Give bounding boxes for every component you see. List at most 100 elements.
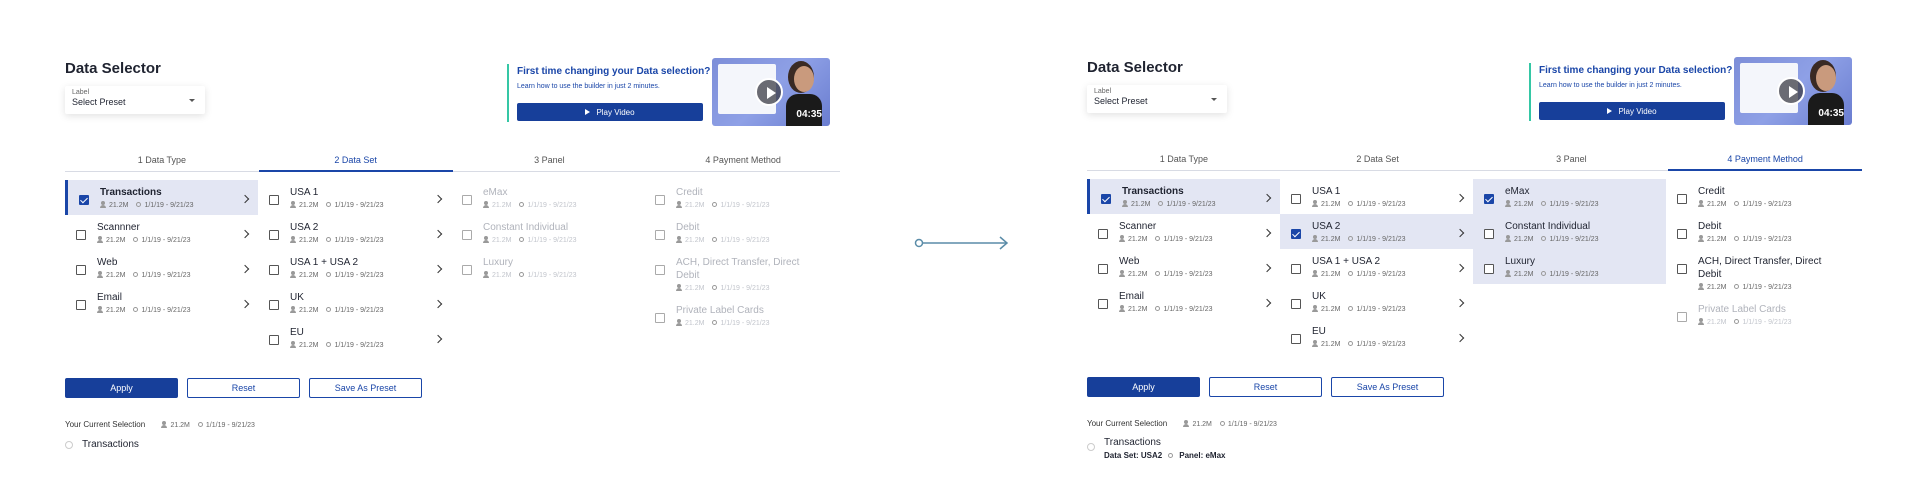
save-preset-button[interactable]: Save As Preset: [1331, 377, 1444, 397]
checkbox-icon[interactable]: [1677, 194, 1687, 204]
checkbox-icon[interactable]: [1677, 229, 1687, 239]
checkbox-icon[interactable]: [1677, 264, 1687, 274]
tab-data-set[interactable]: 2 Data Set: [258, 152, 453, 172]
item-name: USA 2: [1312, 221, 1341, 232]
checkbox-icon[interactable]: [76, 230, 86, 240]
list-item[interactable]: Debit 21.2M 1/1/19 - 9/21/23: [1666, 214, 1859, 249]
list-item[interactable]: Transactions 21.2M 1/1/19 - 9/21/23: [1087, 179, 1280, 214]
tab-payment-method[interactable]: 4 Payment Method: [646, 152, 840, 171]
list-item[interactable]: Scannner 21.2M 1/1/19 - 9/21/23: [65, 215, 258, 250]
tab-data-type[interactable]: 1 Data Type: [1087, 151, 1281, 170]
preset-dropdown[interactable]: Label Select Preset: [65, 86, 205, 114]
checkbox-icon[interactable]: [462, 230, 472, 240]
list-item[interactable]: Web 21.2M 1/1/19 - 9/21/23: [1087, 249, 1280, 284]
tab-panel[interactable]: 3 Panel: [1475, 151, 1669, 170]
checkbox-icon[interactable]: [76, 300, 86, 310]
apply-button[interactable]: Apply: [65, 378, 178, 398]
checkbox-icon[interactable]: [269, 230, 279, 240]
checkbox-icon[interactable]: [655, 265, 665, 275]
item-count: 21.2M: [299, 342, 319, 349]
list-item[interactable]: eMax 21.2M 1/1/19 - 9/21/23: [1473, 179, 1666, 214]
checkbox-icon[interactable]: [269, 300, 279, 310]
column-data-set: USA 1 21.2M 1/1/19 - 9/21/23 USA 2 21.2M 1/1/…: [1280, 179, 1473, 354]
checkbox-icon[interactable]: [655, 195, 665, 205]
list-item[interactable]: Constant Individual 21.2M 1/1/19 - 9/21/23: [451, 215, 644, 250]
save-preset-button[interactable]: Save As Preset: [309, 378, 422, 398]
play-video-button[interactable]: Play Video: [517, 103, 703, 121]
checkbox-icon[interactable]: [462, 265, 472, 275]
person-icon: [1183, 420, 1190, 427]
checkbox-icon[interactable]: [1291, 334, 1301, 344]
promo-subtitle: Learn how to use the builder in just 2 m…: [517, 83, 660, 90]
list-item[interactable]: Web 21.2M 1/1/19 - 9/21/23: [65, 250, 258, 285]
tab-data-type[interactable]: 1 Data Type: [65, 152, 259, 171]
apply-button[interactable]: Apply: [1087, 377, 1200, 397]
checkbox-icon[interactable]: [1291, 194, 1301, 204]
checkbox-icon[interactable]: [1484, 229, 1494, 239]
checkbox-icon[interactable]: [269, 195, 279, 205]
list-item[interactable]: USA 1 + USA 2 21.2M 1/1/19 - 9/21/23: [1280, 249, 1473, 284]
detail-panel: Panel: eMax: [1179, 451, 1226, 460]
calendar-icon: [519, 272, 525, 277]
checkbox-icon[interactable]: [1291, 229, 1301, 239]
play-icon[interactable]: [755, 78, 783, 106]
list-item[interactable]: UK 21.2M 1/1/19 - 9/21/23: [258, 285, 451, 320]
tab-payment-method[interactable]: 4 Payment Method: [1668, 151, 1862, 171]
checkbox-icon[interactable]: [462, 195, 472, 205]
list-item[interactable]: ACH, Direct Transfer, Direct Debit 21.2M 1…: [1666, 249, 1859, 297]
list-item[interactable]: EU 21.2M 1/1/19 - 9/21/23: [1280, 319, 1473, 354]
item-name: eMax: [483, 187, 508, 198]
list-item[interactable]: UK 21.2M 1/1/19 - 9/21/23: [1280, 284, 1473, 319]
list-item[interactable]: USA 2 21.2M 1/1/19 - 9/21/23: [258, 215, 451, 250]
list-item[interactable]: Credit 21.2M 1/1/19 - 9/21/23: [644, 180, 837, 215]
play-video-label: Play Video: [596, 107, 635, 117]
checkbox-icon[interactable]: [655, 230, 665, 240]
person-icon: [1698, 200, 1704, 207]
reset-button[interactable]: Reset: [187, 378, 300, 398]
checkbox-icon[interactable]: [76, 265, 86, 275]
reset-button[interactable]: Reset: [1209, 377, 1322, 397]
list-item[interactable]: USA 1 21.2M 1/1/19 - 9/21/23: [1280, 179, 1473, 214]
list-item[interactable]: Debit 21.2M 1/1/19 - 9/21/23: [644, 215, 837, 250]
list-item[interactable]: USA 1 21.2M 1/1/19 - 9/21/23: [258, 180, 451, 215]
checkbox-icon[interactable]: [1484, 264, 1494, 274]
list-item[interactable]: Scanner 21.2M 1/1/19 - 9/21/23: [1087, 214, 1280, 249]
list-item[interactable]: Luxury 21.2M 1/1/19 - 9/21/23: [451, 250, 644, 285]
checkbox-icon[interactable]: [1291, 264, 1301, 274]
checkbox-icon[interactable]: [269, 335, 279, 345]
play-video-button[interactable]: Play Video: [1539, 102, 1725, 120]
item-dates: 1/1/19 - 9/21/23: [720, 320, 770, 327]
checkbox-icon[interactable]: [1677, 312, 1687, 322]
list-item[interactable]: eMax 21.2M 1/1/19 - 9/21/23: [451, 180, 644, 215]
list-item[interactable]: Credit 21.2M 1/1/19 - 9/21/23: [1666, 179, 1859, 214]
list-item[interactable]: USA 2 21.2M 1/1/19 - 9/21/23: [1280, 214, 1473, 249]
checkbox-icon[interactable]: [655, 313, 665, 323]
preset-dropdown[interactable]: Label Select Preset: [1087, 85, 1227, 113]
list-item[interactable]: EU 21.2M 1/1/19 - 9/21/23: [258, 320, 451, 355]
list-item[interactable]: Luxury 21.2M 1/1/19 - 9/21/23: [1473, 249, 1666, 284]
list-item[interactable]: Transactions 21.2M 1/1/19 - 9/21/23: [65, 180, 258, 215]
list-item[interactable]: Private Label Cards 21.2M 1/1/19 - 9/21/23: [1666, 297, 1859, 332]
checkbox-icon[interactable]: [79, 195, 89, 205]
checkbox-icon[interactable]: [1484, 194, 1494, 204]
checkbox-icon[interactable]: [1098, 299, 1108, 309]
video-thumbnail[interactable]: 04:35: [1734, 57, 1852, 125]
play-icon[interactable]: [1777, 77, 1805, 105]
list-item[interactable]: Private Label Cards 21.2M 1/1/19 - 9/21/23: [644, 298, 837, 333]
item-meta: 21.2M 1/1/19 - 9/21/23: [1698, 283, 1859, 291]
calendar-icon: [197, 422, 203, 427]
video-thumbnail[interactable]: 04:35: [712, 58, 830, 126]
checkbox-icon[interactable]: [1101, 194, 1111, 204]
tab-data-set[interactable]: 2 Data Set: [1281, 151, 1475, 170]
list-item[interactable]: ACH, Direct Transfer, Direct Debit 21.2M 1…: [644, 250, 837, 298]
checkbox-icon[interactable]: [1098, 229, 1108, 239]
checkbox-icon[interactable]: [1098, 264, 1108, 274]
list-item[interactable]: Constant Individual 21.2M 1/1/19 - 9/21/23: [1473, 214, 1666, 249]
list-item[interactable]: USA 1 + USA 2 21.2M 1/1/19 - 9/21/23: [258, 250, 451, 285]
person-icon: [1698, 318, 1704, 325]
checkbox-icon[interactable]: [269, 265, 279, 275]
checkbox-icon[interactable]: [1291, 299, 1301, 309]
list-item[interactable]: Email 21.2M 1/1/19 - 9/21/23: [65, 285, 258, 320]
list-item[interactable]: Email 21.2M 1/1/19 - 9/21/23: [1087, 284, 1280, 319]
tab-panel[interactable]: 3 Panel: [453, 152, 647, 171]
